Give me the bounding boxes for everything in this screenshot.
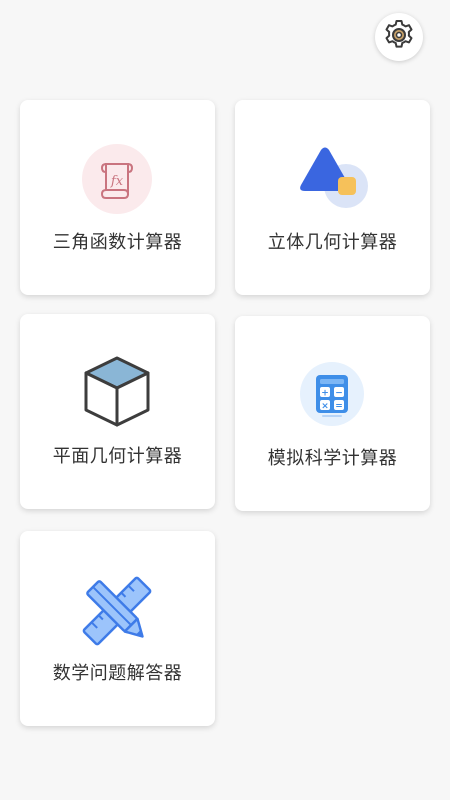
settings-button[interactable] [375, 13, 423, 61]
svg-text:−: − [335, 389, 343, 399]
calculator-icon: + − × = [300, 362, 364, 426]
card-math-problem-solver[interactable]: 数学问题解答器 [20, 531, 215, 726]
svg-text:fx: fx [110, 174, 124, 189]
triangle-square-shapes-icon [293, 144, 373, 214]
svg-text:=: = [335, 402, 343, 412]
card-scientific-calculator[interactable]: + − × = 模拟科学计算器 [235, 316, 430, 511]
card-label: 模拟科学计算器 [267, 448, 398, 469]
card-label: 数学问题解答器 [52, 663, 183, 684]
cube-icon [82, 354, 152, 429]
gear-icon [382, 18, 416, 56]
card-trig-calculator[interactable]: fx 三角函数计算器 [20, 100, 215, 295]
svg-text:+: + [321, 389, 329, 399]
formula-scroll-icon: fx [82, 144, 152, 214]
card-solid-geometry-calculator[interactable]: 立体几何计算器 [235, 100, 430, 295]
svg-text:×: × [321, 402, 329, 412]
card-label: 三角函数计算器 [52, 232, 183, 253]
card-plane-geometry-calculator[interactable]: 平面几何计算器 [20, 314, 215, 509]
card-label: 平面几何计算器 [52, 446, 183, 467]
pencil-ruler-icon [77, 571, 157, 651]
card-label: 立体几何计算器 [267, 232, 398, 253]
